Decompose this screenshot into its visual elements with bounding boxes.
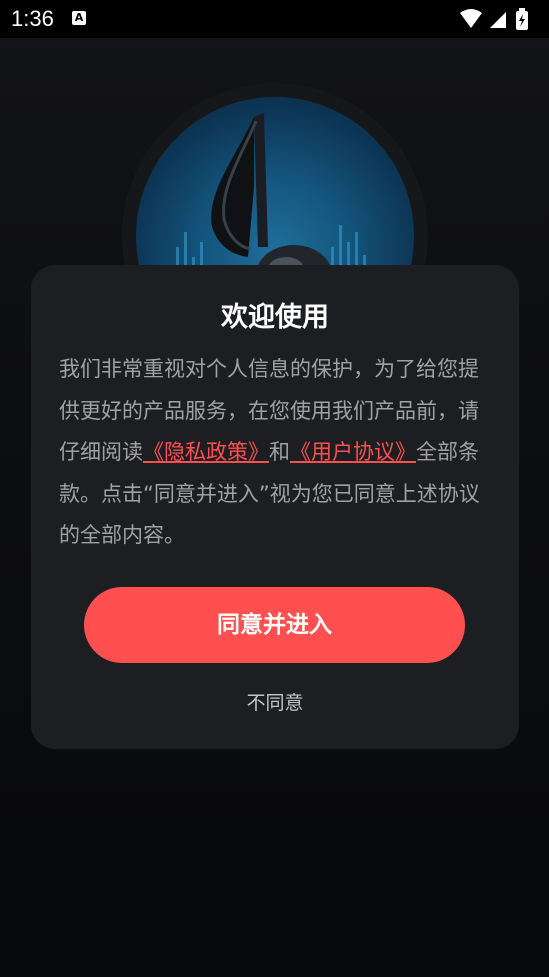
agree-button[interactable]: 同意并进入	[84, 587, 465, 663]
status-bar: 1:36 A	[0, 0, 549, 38]
disagree-button[interactable]: 不同意	[31, 688, 519, 715]
and-text: 和	[269, 440, 290, 464]
wifi-icon	[460, 9, 482, 28]
privacy-policy-link[interactable]: 《隐私政策》	[143, 440, 269, 464]
privacy-dialog: 欢迎使用 我们非常重视对个人信息的保护，为了给您提供更好的产品服务，在您使用我们…	[31, 265, 519, 749]
battery-charging-icon	[516, 8, 528, 30]
status-icons	[458, 7, 540, 30]
app-screen: 1:36 A 欢迎使用 我们非常重视对个人信息的保护，为了给您提供更好的产品服务…	[0, 0, 549, 977]
dialog-title: 欢迎使用	[221, 302, 329, 333]
signal-icon	[490, 12, 506, 28]
status-time: 1:36	[11, 6, 54, 31]
user-agreement-link[interactable]: 《用户协议》	[290, 440, 416, 464]
accessibility-icon: A	[72, 11, 86, 25]
dialog-body: 我们非常重视对个人信息的保护，为了给您提供更好的产品服务，在您使用我们产品前，请…	[59, 349, 491, 557]
